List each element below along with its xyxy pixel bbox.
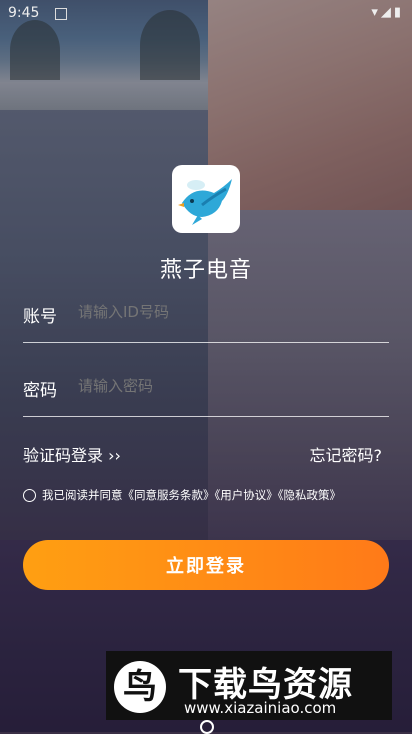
account-underline bbox=[23, 342, 389, 343]
watermark: 鸟 下载鸟资源 www.xiazainiao.com bbox=[106, 651, 392, 720]
password-label: 密码 bbox=[23, 381, 57, 401]
login-button[interactable]: 立即登录 bbox=[23, 540, 389, 590]
agreement-text[interactable]: 我已阅读并同意《同意服务条款》《用户协议》《隐私政策》 bbox=[42, 487, 341, 503]
watermark-logo: 鸟 bbox=[114, 661, 166, 713]
account-label: 账号 bbox=[23, 307, 57, 327]
password-underline bbox=[23, 416, 389, 417]
watermark-url: www.xiazainiao.com bbox=[184, 699, 337, 717]
forgot-password-link[interactable]: 忘记密码? bbox=[310, 442, 383, 466]
swallow-bird-icon bbox=[178, 179, 232, 225]
app-logo bbox=[172, 165, 240, 233]
notification-icon bbox=[55, 8, 67, 20]
background-collage bbox=[0, 0, 412, 732]
password-input[interactable] bbox=[78, 377, 378, 395]
app-name: 燕子电音 bbox=[159, 258, 252, 283]
account-input[interactable] bbox=[78, 303, 378, 321]
status-time: 9:45 bbox=[8, 5, 40, 21]
agreement-row[interactable]: 我已阅读并同意《同意服务条款》《用户协议》《隐私政策》 bbox=[23, 487, 341, 503]
status-icons: ▾◢▮ bbox=[371, 5, 404, 20]
sms-login-link[interactable]: 验证码登录 ›› bbox=[23, 442, 121, 466]
agreement-radio[interactable] bbox=[23, 488, 36, 502]
status-bar: 9:45 ▾◢▮ bbox=[0, 0, 412, 28]
